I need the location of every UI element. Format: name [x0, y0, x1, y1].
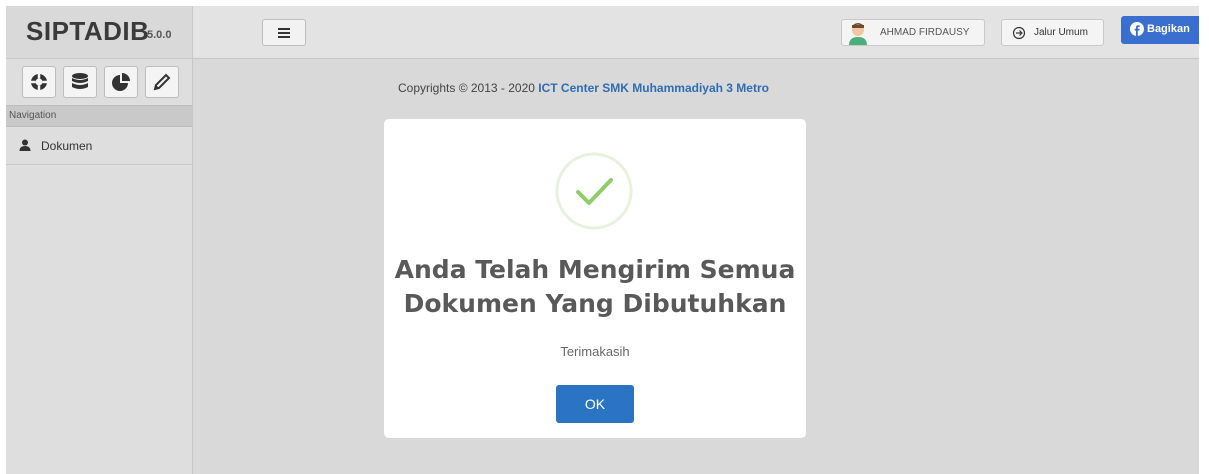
dialog-title-line-1: Anda Telah Mengirim Semua: [394, 255, 796, 284]
app-window: SIPTADIB 5.0.0 AHMAD FIRDAUSY Jalur Umum…: [6, 6, 1199, 474]
success-check-icon: [555, 152, 633, 230]
success-dialog: Anda Telah Mengirim Semua Dokumen Yang D…: [384, 119, 806, 438]
dialog-title-line-2: Dokumen Yang Dibutuhkan: [403, 289, 787, 318]
ok-button[interactable]: OK: [556, 385, 634, 423]
dialog-message: Terimakasih: [560, 344, 630, 359]
dialog-title: Anda Telah Mengirim Semua Dokumen Yang D…: [384, 253, 806, 321]
